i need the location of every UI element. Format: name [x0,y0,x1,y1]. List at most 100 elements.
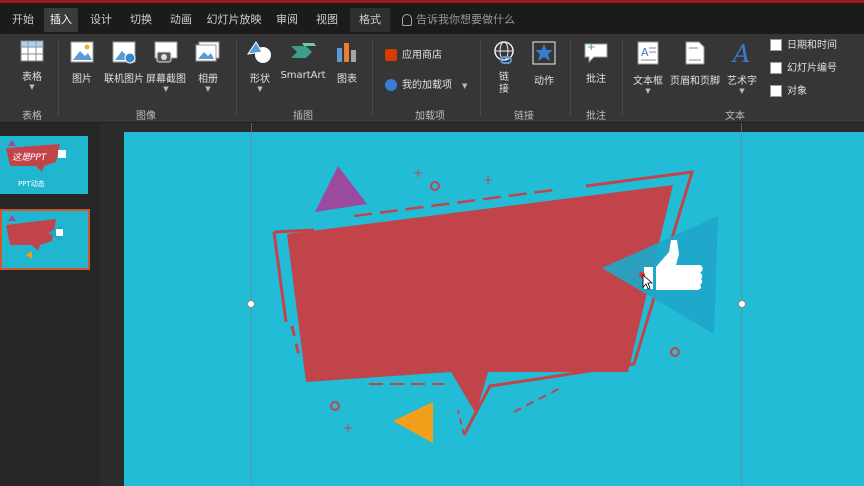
star-action-icon [532,41,556,65]
tab-insert[interactable]: 插入 [44,8,78,32]
textbox-label: 文本框 [633,76,663,87]
textbox-button[interactable]: A 文本框 ▼ [630,40,666,95]
chevron-down-icon: ▼ [739,87,745,95]
smartart-icon [291,43,316,58]
tab-home[interactable]: 开始 [6,8,40,32]
album-icon [195,41,220,62]
slide-thumbnail-2-art [6,215,63,259]
frame-dash [290,325,302,361]
group-links-label: 链接 [514,111,534,122]
slide-thumbnail-2[interactable] [2,211,88,268]
my-addins-button[interactable]: 我的加载项 ▼ [385,78,467,94]
tab-animations[interactable]: 动画 [164,8,198,32]
ribbon-divider [236,40,237,116]
object-icon [770,85,782,97]
table-button[interactable]: 表格 ▼ [12,40,52,91]
comment-button[interactable]: + 批注 [578,40,614,85]
screenshot-icon [154,41,178,63]
thumbnail-title: 这是PPT [12,152,48,163]
chevron-down-icon: ▼ [205,85,211,93]
screenshot-button[interactable]: 屏幕截图 ▼ [144,40,188,93]
chart-icon [337,43,356,62]
chevron-down-icon: ▼ [257,85,263,93]
object-label: 对象 [787,86,807,97]
store-icon [385,49,397,61]
comment-label: 批注 [586,74,606,85]
action-label: 动作 [534,76,554,87]
tab-transitions[interactable]: 切换 [124,8,158,32]
calendar-icon [770,39,782,51]
group-table-label: 表格 [22,111,42,122]
ribbon-divider [570,40,571,116]
ribbon-divider [480,40,481,116]
plus-decoration: + [483,173,493,187]
group-addins-label: 加载项 [415,111,445,122]
circle-decoration [330,401,340,411]
ribbon-divider [372,40,373,116]
wordart-icon: A [731,40,750,68]
link-button[interactable]: 链接 [488,40,520,96]
slide-art: + + + [272,166,718,443]
wordart-button[interactable]: A 艺术字 ▼ [724,40,760,95]
tab-slideshow[interactable]: 幻灯片放映 [204,8,264,32]
svg-text:A: A [731,40,750,66]
store-label: 应用商店 [402,50,442,61]
datetime-button[interactable]: 日期和时间 [770,38,837,54]
my-addins-label: 我的加载项 [402,80,452,91]
slide-canvas[interactable]: + + + [124,132,864,486]
tab-format[interactable]: 格式 [350,8,390,32]
orange-triangle[interactable] [393,402,433,443]
store-button[interactable]: 应用商店 [385,48,442,64]
chevron-down-icon: ▼ [645,87,651,95]
online-picture-button[interactable]: 联机图片 [102,40,146,85]
tell-me-box[interactable]: 告诉我你想要做什么 [402,8,515,32]
slide-thumbnail-1-art: 这是PPT PPT动态 [6,140,66,188]
smartart-label: SmartArt [280,70,326,81]
smartart-button[interactable]: SmartArt [280,40,326,81]
circle-decoration [430,181,440,191]
slide-number-label: 幻灯片编号 [787,63,837,74]
screenshot-label: 屏幕截图 [146,74,186,85]
album-button[interactable]: 相册 ▼ [190,40,226,93]
speech-bubble[interactable] [287,185,673,414]
window-accent-line [0,0,864,3]
chevron-down-icon: ▼ [29,83,35,91]
plus-decoration: + [413,166,423,180]
chart-label: 图表 [337,74,357,85]
group-images-label: 图像 [136,111,156,122]
online-picture-icon [112,41,136,64]
group-illustrations-label: 插图 [293,111,313,122]
object-button[interactable]: 对象 [770,84,807,100]
textbox-icon: A [637,41,659,65]
tab-review[interactable]: 审阅 [270,8,304,32]
group-comments-label: 批注 [586,111,606,122]
header-footer-label: 页眉和页脚 [670,76,720,87]
slide-number-button[interactable]: 幻灯片编号 [770,61,837,77]
thumbnail-subtitle: PPT动态 [18,179,45,188]
purple-triangle[interactable] [315,166,367,212]
shapes-button[interactable]: 形状 ▼ [244,40,276,93]
slide-thumbnail-1[interactable]: 这是PPT PPT动态 [0,136,88,194]
tab-view[interactable]: 视图 [310,8,344,32]
picture-button[interactable]: 图片 [66,40,98,85]
tab-design[interactable]: 设计 [84,8,118,32]
svg-text:+: + [587,42,595,53]
ribbon-tab-bar: 开始 插入 设计 切换 动画 幻灯片放映 审阅 视图 格式 告诉我你想要做什么 [0,0,864,34]
globe-link-icon [494,41,514,64]
header-footer-button[interactable]: 页眉和页脚 [668,40,722,87]
chart-button[interactable]: 图表 [332,40,362,85]
picture-icon [70,41,94,63]
datetime-label: 日期和时间 [787,40,837,51]
group-text-label: 文本 [725,111,745,122]
chevron-down-icon: ▼ [163,85,169,93]
action-button[interactable]: 动作 [528,40,560,87]
shapes-label: 形状 [250,74,270,85]
slide-number-icon [770,62,782,74]
picture-label: 图片 [72,74,92,85]
selection-handle-right[interactable] [738,300,746,308]
frame-line [272,231,288,323]
wordart-label: 艺术字 [727,76,757,87]
selection-handle-left[interactable] [247,300,255,308]
link-label: 链接 [499,72,509,95]
tell-me-text: 告诉我你想要做什么 [416,13,515,26]
